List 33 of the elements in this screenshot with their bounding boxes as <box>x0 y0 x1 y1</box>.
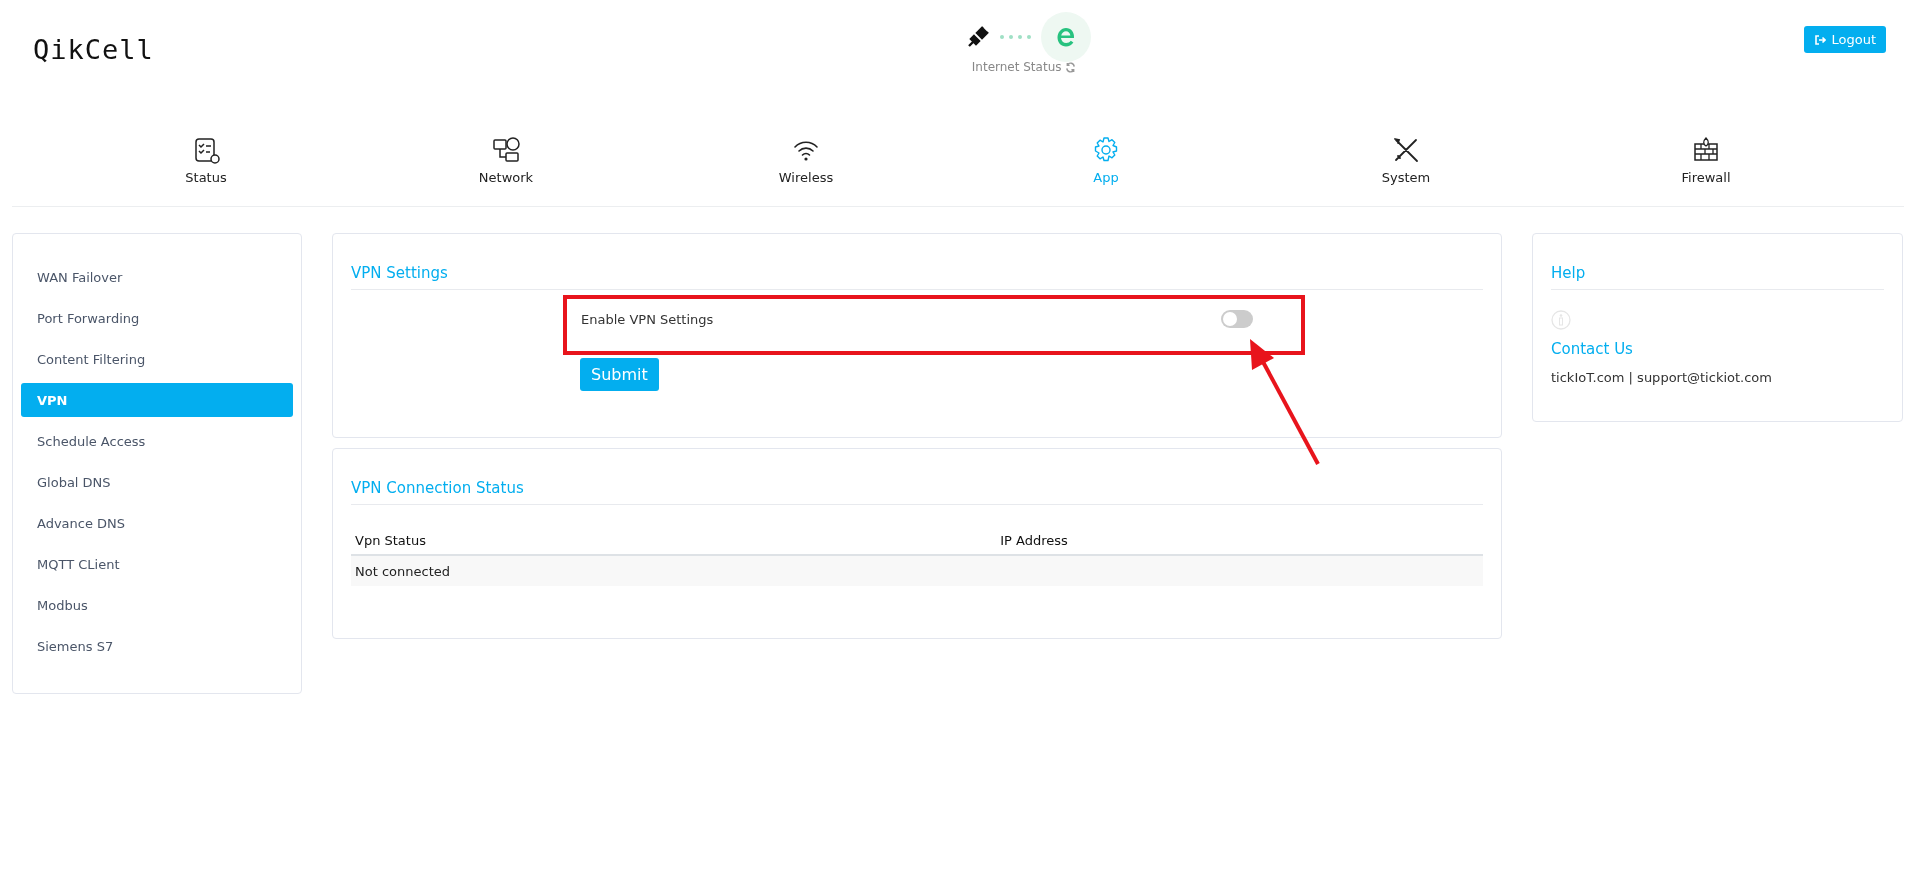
connection-dots <box>999 35 1031 39</box>
sidebar-item[interactable]: Advance DNS <box>21 506 293 540</box>
toggle-switch[interactable] <box>1221 310 1253 328</box>
card-title: Help <box>1551 264 1884 290</box>
sidebar-item[interactable]: Siemens S7 <box>21 629 293 663</box>
nav-tab[interactable]: Wireless <box>778 136 834 206</box>
contact-text: tickIoT.com | support@tickiot.com <box>1551 370 1773 385</box>
internet-status-label: Internet Status <box>971 60 1062 74</box>
info-icon <box>1551 310 1571 330</box>
tools-icon <box>1392 136 1420 164</box>
sidebar-item[interactable]: Schedule Access <box>21 424 293 458</box>
sidebar-item[interactable]: MQTT CLient <box>21 547 293 581</box>
refresh-icon[interactable] <box>1065 61 1077 73</box>
sidebar-item[interactable]: Port Forwarding <box>21 301 293 335</box>
nav-tab[interactable]: Firewall <box>1681 136 1731 206</box>
nav-tab[interactable]: System <box>1381 136 1431 206</box>
card-title: VPN Settings <box>351 264 1483 290</box>
contact-title: Contact Us <box>1551 340 1634 358</box>
sidebar-item[interactable]: Global DNS <box>21 465 293 499</box>
nav-tab[interactable]: Status <box>185 136 227 206</box>
network-icon <box>492 136 520 164</box>
sidebar-item[interactable]: Modbus <box>21 588 293 622</box>
logo: QikCell <box>33 34 154 65</box>
sidebar-item[interactable]: Content Filtering <box>21 342 293 376</box>
gear-icon <box>1092 136 1120 164</box>
logout-icon <box>1814 33 1827 46</box>
card-title: VPN Connection Status <box>351 479 1483 505</box>
brick-wall-icon <box>1692 136 1720 164</box>
sidebar-item[interactable]: WAN Failover <box>21 260 293 294</box>
table-cell: Not connected <box>351 555 997 586</box>
checklist-icon <box>192 136 220 164</box>
nav-tab[interactable]: Network <box>478 136 534 206</box>
toggle-label: Enable VPN Settings <box>581 311 714 327</box>
